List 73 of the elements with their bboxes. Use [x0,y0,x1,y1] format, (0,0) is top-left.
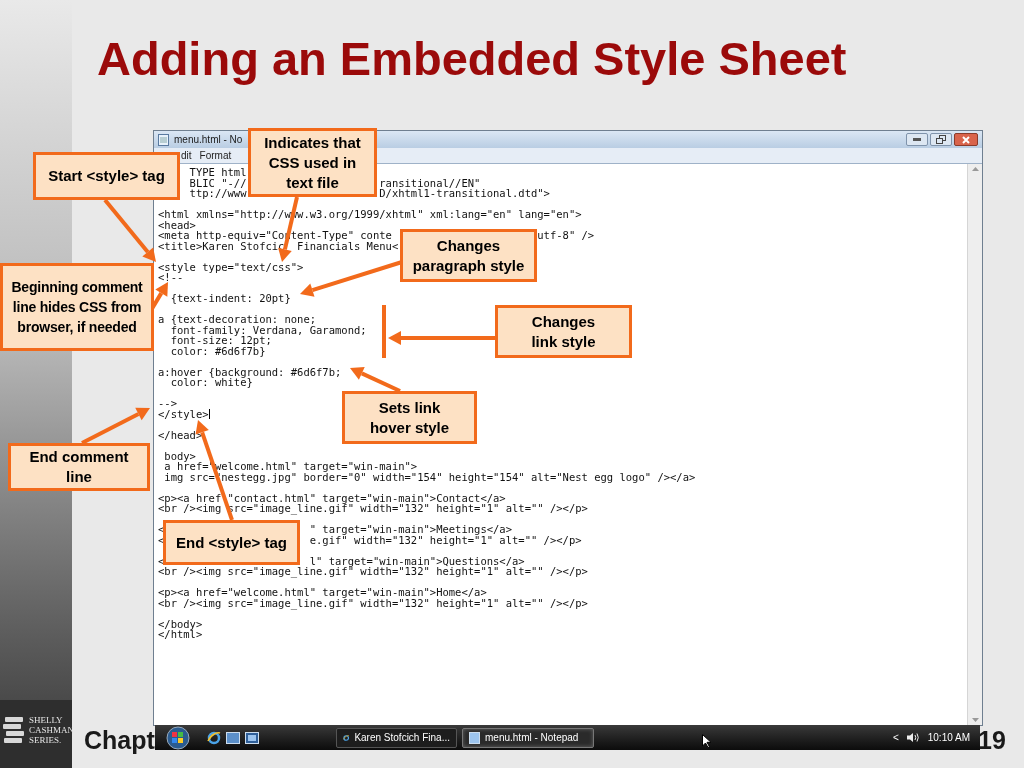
start-orb-icon[interactable] [163,725,193,750]
code-text: utf-8" /> [537,230,595,241]
code-text: <!-- [158,272,184,283]
logo-text: SHELLY [29,715,64,725]
code-text: body> [164,450,196,461]
code-text: <p><a href="welcome.html" target="win-main">Home</a> [158,587,487,598]
code-text: ransitional//EN" [379,177,481,188]
logo-background [0,700,72,768]
menu-item[interactable]: Format [199,148,232,163]
taskbar-button[interactable]: menu.html - Notepad [462,727,594,748]
logo-text: SERIES. [29,735,63,745]
clock: 10:10 AM [927,731,970,745]
code-text: " target="win-main">Meetings</a> [309,524,512,535]
code-text: font-size: 12pt; [169,335,272,346]
code-text: e.gif" width="132" height="1" alt="" /></p> [309,534,582,545]
code-text: a {text-decoration: none; [158,314,317,325]
callout-note: End comment line [8,443,150,491]
code-text: {text-indent: 20pt} [170,293,291,304]
callout-note: Beginning comment line hides CSS from browser, if needed [0,263,154,351]
arrow [81,407,150,445]
chapter-text: Chapt [84,725,155,756]
restore-button[interactable] [930,133,952,146]
code-text: <br /><img src="image_line.gif" width="132" height="1" alt="" /></p> [158,597,588,608]
code-text: color: white} [169,377,253,388]
code-text: <p><a href [158,492,222,503]
code-text: D/xhtml1-transitional.dtd"> [379,188,550,199]
code-text: BLIC "-// [189,177,247,188]
code-text: </body> [158,618,203,629]
minimize-button[interactable] [906,133,928,146]
menu-item[interactable]: dit [181,148,192,163]
code-text: --> [158,398,177,409]
code-text: <title>Karen Stofcic [158,240,285,251]
window-switch-icon[interactable] [245,731,259,744]
notepad-icon [158,133,169,146]
code-text: <style type="text/css"> [158,261,304,272]
desktop-icon[interactable] [226,731,240,744]
code-text: </style> [158,408,209,419]
speaker-icon[interactable] [906,732,920,743]
callout-note: Sets link hover style [342,391,477,444]
notepad-icon [469,731,480,744]
taskbar-button[interactable]: Karen Stofcich Fina... [336,727,457,748]
window-title: menu.html - No [174,133,243,147]
code-text: </html> [158,629,203,640]
close-button[interactable] [954,133,978,146]
code-text: ttp://www [189,188,247,199]
code-text: font-family: Verdana, Garamond; [169,324,367,335]
callout-note: Changes link style [495,305,632,358]
code-text: <head> [158,219,196,230]
code-text: Financials Menu< [297,240,399,251]
browser-icon[interactable] [207,730,221,745]
code-text: <br /><img src="image_line.gif" width="132" height="1" alt="" /></p> [158,503,588,514]
text-cursor [208,408,210,419]
code-text: color: #6d6f7b} [169,345,266,356]
restore-icon [936,135,946,144]
minimize-icon [913,138,921,141]
code-text: <br /><img src="image_line.gif" width="132" height="1" alt="" /></p> [158,566,588,577]
slide-title: Adding an Embedded Style Sheet [97,31,847,87]
books-icon [3,715,25,745]
code-text: </head> [158,429,203,440]
callout-note: Changes paragraph style [400,229,537,282]
code-text: "contact.html" target="win-main">Contact</a> [227,492,506,503]
code-text: a:hover {background: #6d6f7b; [158,366,342,377]
code-text: l" target="win-main">Questions</a> [309,555,525,566]
callout-note: Indicates that CSS used in text file [248,128,377,197]
mouse-cursor-icon [702,733,712,748]
arrow [350,367,401,393]
close-icon [962,135,970,144]
tray-expand-button[interactable]: < [892,730,899,745]
page-number: 19 [978,725,1006,756]
callout-note: End <style> tag [163,520,300,565]
code-text: TYPE html [189,167,247,178]
arrow [103,198,156,262]
callout-note: Start <style> tag [33,152,180,200]
